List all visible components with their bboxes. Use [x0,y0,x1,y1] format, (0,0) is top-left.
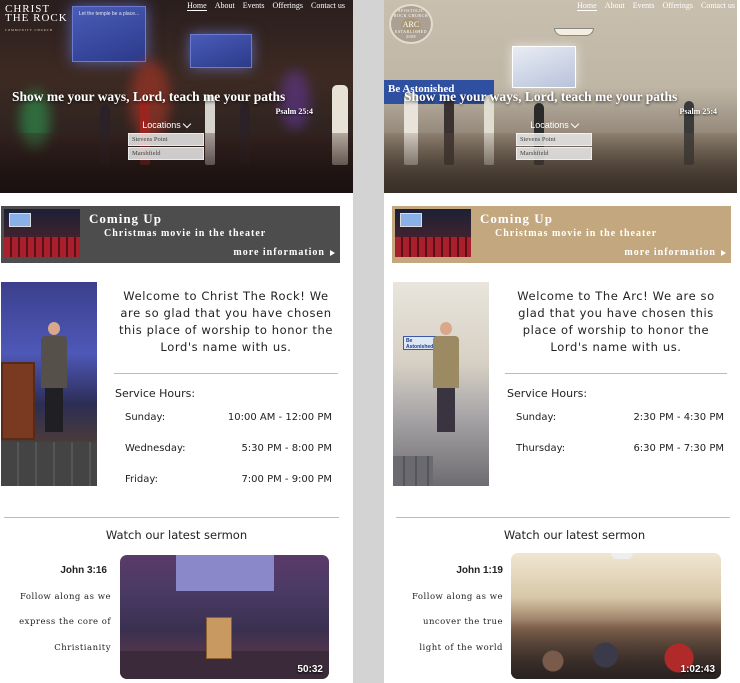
hero-banner: Let the temple be a place... CHRIST THE … [0,0,353,193]
welcome-message: Welcome to Christ The Rock! We are so gl… [118,289,334,354]
sermon-heading: Watch our latest sermon [503,528,646,542]
video-duration: 1:02:43 [680,664,715,675]
service-hours-title: Service Hours: [507,387,588,400]
nav-about[interactable]: About [215,0,235,11]
service-row: Sunday: 2:30 PM - 4:30 PM [516,412,724,423]
coming-up-subtitle: Christmas movie in the theater [104,228,267,239]
chevron-down-icon [182,119,192,128]
sermon-description: Follow along as we [411,592,503,602]
sermon-description: express the core of [19,617,111,627]
sermon-heading: Watch our latest sermon [105,528,248,542]
sermon-description: Christianity [54,643,111,653]
top-nav: Home About Events Offerings Contact us [577,0,735,11]
locations-button[interactable]: Locations [128,119,204,132]
divider-line [4,517,339,518]
more-information-link[interactable]: more information [233,247,335,258]
sermon-scripture: John 1:19 [456,565,503,576]
nav-events[interactable]: Events [243,0,265,11]
hero-verse: Show me your ways, Lord, teach me your p… [12,89,286,104]
service-row: Wednesday: 5:30 PM - 8:00 PM [125,443,332,454]
coming-up-banner[interactable]: Coming Up Christmas movie in the theater… [392,206,731,263]
worship-screen-left: Let the temple be a place... [72,6,146,62]
location-option[interactable]: Stevens Point [128,133,204,146]
more-information-link[interactable]: more information [624,247,726,258]
service-hours-title: Service Hours: [115,387,196,400]
nav-about[interactable]: About [605,0,625,11]
play-arrow-icon [721,249,726,256]
nav-contact[interactable]: Contact us [311,0,345,11]
service-row: Sunday: 10:00 AM - 12:00 PM [125,412,332,423]
sermon-scripture: John 3:16 [60,565,107,576]
coming-up-thumbnail [4,209,80,257]
church-logo[interactable]: APOSTOLIC ROCK CHURCH ARC ESTABLISHED 20… [389,4,433,44]
location-option[interactable]: Stevens Point [516,133,592,146]
service-row: Friday: 7:00 PM - 9:00 PM [125,474,332,485]
hero-verse-ref: Psalm 25:4 [679,107,717,116]
sermon-video[interactable]: 1:02:43 [511,553,721,679]
nav-offerings[interactable]: Offerings [272,0,303,11]
column-divider [353,0,384,683]
video-duration: 50:32 [297,664,323,675]
play-arrow-icon [330,249,335,256]
sermon-video[interactable]: 50:32 [120,555,329,679]
location-option[interactable]: Marshfield [128,147,204,160]
divider-line [114,373,338,374]
sermon-description: light of the world [419,643,503,653]
chevron-down-icon [570,119,580,128]
the-arc-page: Be Astonished APOSTOLIC ROCK CHURCH ARC … [384,0,737,683]
top-nav: Home About Events Offerings Contact us [187,0,345,11]
nav-events[interactable]: Events [633,0,655,11]
hero-banner: Be Astonished APOSTOLIC ROCK CHURCH ARC … [384,0,737,193]
service-row: Thursday: 6:30 PM - 7:30 PM [516,443,724,454]
hero-verse-ref: Psalm 25:4 [275,107,313,116]
divider-line [505,373,727,374]
coming-up-banner[interactable]: Coming Up Christmas movie in the theater… [1,206,340,263]
nav-home[interactable]: Home [577,0,597,11]
nav-offerings[interactable]: Offerings [662,0,693,11]
hero-verse: Show me your ways, Lord, teach me your p… [404,89,678,104]
coming-up-thumbnail [395,209,471,257]
christ-the-rock-page: Let the temple be a place... CHRIST THE … [0,0,353,683]
coming-up-title: Coming Up [89,211,162,226]
worship-screen-right [190,34,252,68]
church-logo[interactable]: CHRIST THE ROCK COMMUNITY CHURCH [5,4,68,35]
pastor-photo: Be Astonished [393,282,489,486]
locations-button[interactable]: Locations [516,119,592,132]
coming-up-title: Coming Up [480,211,553,226]
coming-up-subtitle: Christmas movie in the theater [495,228,658,239]
nav-home[interactable]: Home [187,0,207,11]
welcome-message: Welcome to The Arc! We are so glad that … [517,289,715,354]
ceiling-lamp [554,28,594,36]
nav-contact[interactable]: Contact us [701,0,735,11]
sermon-description: uncover the true [422,617,503,627]
locations-dropdown: Locations Stevens Point Marshfield [516,119,592,160]
pastor-photo [1,282,97,486]
location-option[interactable]: Marshfield [516,147,592,160]
divider-line [396,517,730,518]
sermon-description: Follow along as we [19,592,111,602]
locations-dropdown: Locations Stevens Point Marshfield [128,119,204,160]
worship-screen [512,46,576,88]
